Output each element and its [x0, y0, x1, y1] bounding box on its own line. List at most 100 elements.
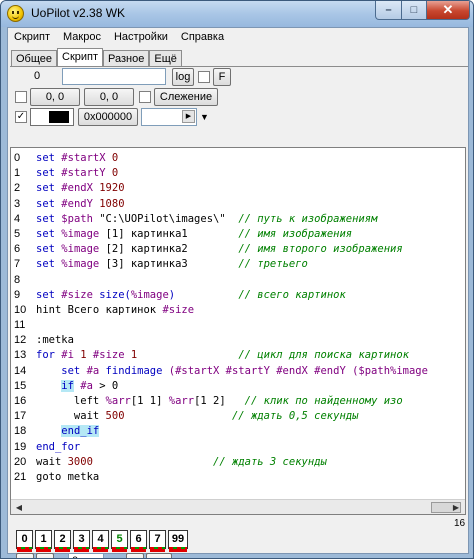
script-slot-2[interactable]: 2: [54, 530, 71, 550]
script-slot-0[interactable]: 0: [16, 530, 33, 550]
code-token: 500: [105, 410, 125, 423]
line-number: 17: [14, 410, 27, 423]
line-number: 16: [14, 395, 27, 407]
code-text: set #endY 1080: [36, 197, 125, 212]
code-text: set #endX 1920: [36, 181, 125, 196]
stop-button[interactable]: [146, 553, 172, 558]
code-line[interactable]: 4 set $path "C:\UOPilot\images\" // путь …: [11, 212, 451, 227]
code-line[interactable]: 10 hint Всего картинок #size: [11, 303, 451, 318]
maximize-button[interactable]: □: [401, 1, 427, 20]
tab-strip: Общее Скрипт Разное Ещё: [11, 48, 182, 67]
record-button[interactable]: [126, 553, 144, 558]
script-editor[interactable]: 0 set #startX 0 1 set #startY 0 2 set #endX 1…: [10, 147, 466, 515]
script-slot-3[interactable]: 3: [73, 530, 90, 550]
code-token: #a: [73, 379, 100, 392]
code-line[interactable]: 20 wait 3000 // ждать 3 секунды: [11, 455, 451, 470]
coord-checkbox[interactable]: [15, 91, 27, 103]
script-slot-4[interactable]: 4: [92, 530, 109, 550]
menu-script[interactable]: Скрипт: [8, 28, 57, 47]
code-line[interactable]: 17 wait 500 // ждать 0,5 секунды: [11, 409, 451, 424]
horizontal-scrollbar[interactable]: ◀ ▶: [11, 499, 465, 514]
code-text: wait 3000 // ждать 3 секунды: [36, 455, 327, 470]
code-token: size(: [99, 288, 131, 301]
code-text: set #a findimage (#startX #startY #endX …: [36, 364, 428, 379]
code-line[interactable]: 14 set #a findimage (#startX #startY #en…: [11, 364, 451, 379]
code-line[interactable]: 11: [11, 318, 451, 333]
play-icon[interactable]: ▶: [182, 110, 195, 123]
code-line[interactable]: 1 set #startY 0: [11, 166, 451, 181]
code-line[interactable]: 9 set #size size(%image) // всего картино…: [11, 288, 451, 303]
code-line[interactable]: 8: [11, 273, 451, 288]
smiley-app-icon[interactable]: [7, 5, 24, 22]
minimize-button[interactable]: –: [375, 1, 402, 20]
script-slot-1[interactable]: 1: [35, 530, 52, 550]
code-line[interactable]: 6 set %image [2] картинка2 // имя второго…: [11, 242, 451, 257]
code-token: [1 2]: [194, 395, 226, 407]
code-token: "C:\UOPilot\images\": [99, 212, 226, 225]
tab-more[interactable]: Ещё: [149, 50, 182, 67]
color-value-button[interactable]: 0x000000: [78, 108, 138, 126]
code-line[interactable]: 16 left %arr[1 1] %arr[1 2] // клик по н…: [11, 394, 451, 409]
line-number: 1: [14, 167, 21, 180]
color-checkbox[interactable]: ✓: [15, 111, 27, 123]
code-line[interactable]: 13 for #i 1 #size 1 // цикл для поиска ка…: [11, 348, 451, 363]
menu-settings[interactable]: Настройки: [108, 28, 175, 47]
code-line[interactable]: 7 set %image [3] картинка3 // третьего: [11, 257, 451, 272]
line-number: 5: [14, 227, 21, 240]
code-token: set: [36, 182, 62, 195]
code-token: #i: [61, 349, 81, 362]
code-line[interactable]: 12:metka: [11, 333, 451, 348]
coord-button-2[interactable]: 0, 0: [84, 88, 134, 106]
close-button[interactable]: ✕: [426, 1, 470, 20]
code-token: %arr: [168, 395, 195, 407]
line-number: 10: [14, 303, 27, 316]
script-panel: 0 log F 0, 0 0, 0 Слежение ✓ 0x000000 ▶ …: [10, 66, 468, 558]
add-button[interactable]: +: [16, 553, 34, 558]
slot-indicator: [55, 547, 70, 550]
ms-input[interactable]: 0: [68, 553, 104, 558]
log-button[interactable]: log: [172, 68, 194, 86]
tracking-button[interactable]: Слежение: [154, 88, 218, 106]
script-slot-5[interactable]: 5: [111, 530, 128, 550]
code-line[interactable]: 5 set %image [1] картинка1 // имя изображ…: [11, 227, 451, 242]
line-number: 11: [14, 319, 26, 332]
code-text: set %image [3] картинка3 // третьего: [36, 257, 308, 272]
code-line[interactable]: 15 if #a > 0: [11, 379, 451, 394]
script-slot-99[interactable]: 99: [168, 530, 188, 550]
menu-macro[interactable]: Макрос: [57, 28, 108, 47]
code-token: goto metka: [36, 470, 100, 483]
script-slot-7[interactable]: 7: [149, 530, 166, 550]
tab-misc[interactable]: Разное: [103, 50, 150, 67]
title-bar[interactable]: UoPilot v2.38 WK – □ ✕: [1, 1, 473, 27]
code-token: 1: [80, 349, 93, 362]
code-line[interactable]: 19 end_for: [11, 440, 451, 455]
scroll-right-icon[interactable]: ▶: [449, 501, 463, 514]
color-swatch[interactable]: [30, 108, 74, 126]
code-text: set #startY 0: [36, 166, 118, 181]
script-slot-6[interactable]: 6: [130, 530, 147, 550]
scroll-left-icon[interactable]: ◀: [12, 501, 26, 514]
tab-script[interactable]: Скрипт: [57, 48, 104, 67]
slot-indicator: [17, 547, 32, 550]
run-icon[interactable]: ▶: [36, 553, 54, 558]
tracking-checkbox[interactable]: [139, 91, 151, 103]
log-checkbox[interactable]: [198, 71, 210, 83]
coord-button-1[interactable]: 0, 0: [30, 88, 80, 106]
code-line[interactable]: 3 set #endY 1080: [11, 197, 451, 212]
code-line[interactable]: 21 goto metka: [11, 470, 451, 485]
code-text: hint Всего картинок #size: [36, 303, 194, 318]
color-dropdown[interactable]: ▶: [141, 108, 197, 126]
script-slot-bar: 0 1 2 3 4 5 6 7 99: [16, 530, 190, 552]
code-line[interactable]: 0 set #startX 0: [11, 151, 451, 166]
code-line[interactable]: 18 end_if: [11, 424, 451, 439]
code-line[interactable]: 2 set #endX 1920: [11, 181, 451, 196]
tab-general[interactable]: Общее: [11, 50, 58, 67]
code-token: // всего картинок: [175, 288, 346, 301]
f-button[interactable]: F: [213, 68, 231, 86]
code-token: #size: [92, 349, 131, 362]
command-input[interactable]: [62, 68, 166, 85]
chevron-down-icon[interactable]: ▼: [200, 112, 209, 122]
code-token: set: [36, 227, 62, 240]
menu-help[interactable]: Справка: [175, 28, 231, 47]
